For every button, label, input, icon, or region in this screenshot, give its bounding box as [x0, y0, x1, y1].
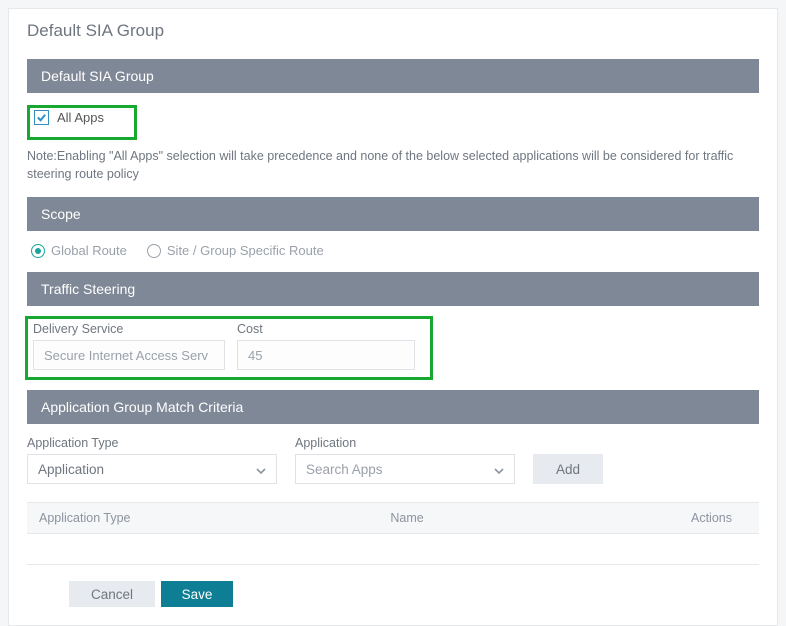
- app-type-field: Application Type Application: [27, 436, 277, 484]
- highlight-all-apps: All Apps: [27, 105, 137, 140]
- application-placeholder: Search Apps: [306, 462, 383, 477]
- all-apps-label: All Apps: [57, 110, 104, 125]
- save-button[interactable]: Save: [161, 581, 233, 607]
- criteria-col-app-type: Application Type: [27, 503, 378, 533]
- app-type-select[interactable]: Application: [27, 454, 277, 484]
- criteria-col-actions: Actions: [679, 503, 759, 533]
- cost-field: Cost: [237, 322, 415, 370]
- delivery-service-label: Delivery Service: [33, 322, 225, 336]
- page-card: Default SIA Group Default SIA Group All …: [8, 8, 778, 626]
- check-icon: [36, 112, 47, 123]
- chevron-down-icon: [256, 464, 266, 474]
- criteria-table-body: [27, 534, 759, 564]
- criteria-col-name: Name: [378, 503, 679, 533]
- application-label: Application: [295, 436, 515, 450]
- section-header-group: Default SIA Group: [27, 59, 759, 93]
- delivery-service-field: Delivery Service: [33, 322, 225, 370]
- cancel-button[interactable]: Cancel: [69, 581, 155, 607]
- highlight-traffic-inputs: Delivery Service Cost: [27, 318, 431, 378]
- all-apps-checkbox[interactable]: [34, 110, 49, 125]
- cost-input[interactable]: [237, 340, 415, 370]
- radio-icon: [31, 244, 45, 258]
- scope-option-label: Global Route: [51, 243, 127, 258]
- page-title: Default SIA Group: [27, 21, 759, 41]
- criteria-table: Application Type Name Actions: [27, 502, 759, 565]
- add-button[interactable]: Add: [533, 454, 603, 484]
- delivery-service-input[interactable]: [33, 340, 225, 370]
- scope-global-route[interactable]: Global Route: [31, 243, 127, 258]
- scope-radio-group: Global Route Site / Group Specific Route: [31, 243, 759, 258]
- cost-label: Cost: [237, 322, 415, 336]
- section-header-criteria: Application Group Match Criteria: [27, 390, 759, 424]
- app-type-label: Application Type: [27, 436, 277, 450]
- all-apps-row: All Apps: [34, 110, 104, 125]
- criteria-row: Application Type Application Application…: [27, 436, 759, 484]
- application-select[interactable]: Search Apps: [295, 454, 515, 484]
- chevron-down-icon: [494, 464, 504, 474]
- app-type-value: Application: [38, 462, 104, 477]
- criteria-table-head: Application Type Name Actions: [27, 503, 759, 534]
- scope-site-group-route[interactable]: Site / Group Specific Route: [147, 243, 324, 258]
- scope-option-label: Site / Group Specific Route: [167, 243, 324, 258]
- section-header-scope: Scope: [27, 197, 759, 231]
- all-apps-note: Note:Enabling "All Apps" selection will …: [27, 148, 759, 183]
- footer-actions: Cancel Save: [69, 581, 759, 607]
- radio-icon: [147, 244, 161, 258]
- application-field: Application Search Apps: [295, 436, 515, 484]
- section-header-traffic: Traffic Steering: [27, 272, 759, 306]
